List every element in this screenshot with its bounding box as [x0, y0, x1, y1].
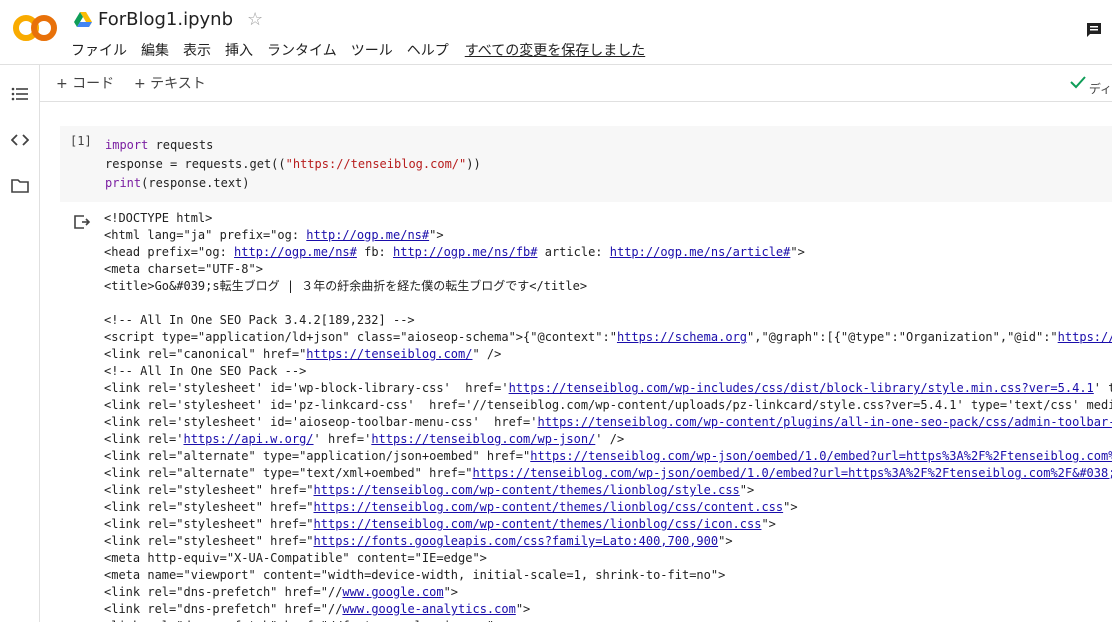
output-link[interactable]: http://ogp.me/ns#: [306, 228, 429, 242]
left-sidebar: [0, 65, 40, 622]
add-code-button[interactable]: + コード: [56, 73, 114, 93]
table-of-contents-icon[interactable]: [11, 85, 29, 103]
code-snippets-icon[interactable]: [11, 131, 29, 149]
output-link[interactable]: https://tenseiblog.com/wp-includes/css/d…: [509, 381, 1094, 395]
google-drive-icon[interactable]: [74, 11, 92, 28]
output-link[interactable]: http://ogp.me/ns/fb#: [393, 245, 538, 259]
execution-count[interactable]: [1]: [70, 134, 92, 148]
output-link[interactable]: https://fonts.googleapis.com/css?family=…: [314, 534, 719, 548]
output-link[interactable]: https://tenseiblog.com/: [306, 347, 472, 361]
folder-icon[interactable]: [11, 177, 29, 195]
output-line: <meta charset="UTF-8">: [104, 262, 263, 276]
output-line: <link rel="stylesheet" href="https://ten…: [104, 500, 798, 514]
menu-item-1[interactable]: 編集: [141, 40, 169, 60]
output-line: <link rel="alternate" type="text/xml+oem…: [104, 465, 1112, 482]
menu-item-5[interactable]: ツール: [351, 40, 393, 60]
menu-item-2[interactable]: 表示: [183, 40, 211, 60]
output-link[interactable]: http://ogp.me/ns#: [234, 245, 357, 259]
output-link[interactable]: https://tenseiblog.com/wp-content/themes…: [314, 483, 740, 497]
output-link[interactable]: https://tens: [1058, 330, 1112, 344]
menu-item-0[interactable]: ファイル: [71, 40, 127, 60]
output-link[interactable]: https://tenseiblog.com/wp-content/themes…: [314, 517, 762, 531]
output-line: <link rel='stylesheet' id='pz-linkcard-c…: [104, 398, 1112, 412]
menu-item-6[interactable]: ヘルプ: [407, 40, 449, 60]
output-link[interactable]: https://tenseiblog.com/wp-content/plugin…: [537, 415, 1112, 429]
output-line: <link rel="alternate" type="application/…: [104, 448, 1112, 465]
output-line: <meta http-equiv="X-UA-Compatible" conte…: [104, 551, 487, 565]
code-line: import requests: [105, 138, 214, 152]
colab-logo-icon[interactable]: [12, 12, 58, 44]
check-icon: [1070, 76, 1086, 89]
output-line: <head prefix="og: http://ogp.me/ns# fb: …: [104, 245, 805, 259]
output-options-icon[interactable]: [73, 213, 91, 231]
output-line: <link rel="stylesheet" href="https://ten…: [104, 483, 755, 497]
app-header: ForBlog1.ipynb ☆ ファイル 編集 表示 挿入 ランタイム ツール ヘルプ すべ…: [0, 0, 1112, 65]
output-line: <link rel="stylesheet" href="https://ten…: [104, 517, 776, 531]
output-link[interactable]: https://tenseiblog.com/wp-content/themes…: [314, 500, 784, 514]
code-line: print(response.text): [105, 176, 250, 190]
output-line: <link rel="stylesheet" href="https://fon…: [104, 534, 733, 548]
comment-icon[interactable]: [1086, 22, 1102, 38]
output-line: <link rel='stylesheet' id='wp-block-libr…: [104, 381, 1112, 395]
menu-item-4[interactable]: ランタイム: [267, 40, 337, 60]
output-line: <link rel="dns-prefetch" href="//www.goo…: [104, 585, 459, 599]
output-line: <meta name="viewport" content="width=dev…: [104, 568, 726, 582]
cell-output: <!DOCTYPE html> <html lang="ja" prefix="o…: [104, 210, 1112, 622]
menu-bar: ファイル 編集 表示 挿入 ランタイム ツール ヘルプ すべての変更を保存しました: [71, 40, 659, 60]
output-line: <title>Go&#039;s転生ブログ | ３年の紆余曲折を経た僕の転生ブロ…: [104, 279, 588, 293]
output-line: <!-- All In One SEO Pack -->: [104, 364, 307, 378]
runtime-status-text[interactable]: ディ: [1089, 80, 1112, 97]
output-link[interactable]: www.google.com: [342, 585, 443, 599]
output-link[interactable]: http://ogp.me/ns/article#: [610, 245, 791, 259]
output-link[interactable]: https://tenseiblog.com/wp-json/oembed/1.…: [472, 466, 1112, 480]
output-link[interactable]: https://tenseiblog.com/wp-json/oembed/1.…: [530, 449, 1112, 463]
title-row: ForBlog1.ipynb ☆: [74, 9, 263, 30]
output-line: <link rel='https://api.w.org/' href='htt…: [104, 432, 625, 446]
output-line: <script type="application/ld+json" class…: [104, 329, 1112, 346]
output-line: <link rel="dns-prefetch" href="//www.goo…: [104, 602, 531, 616]
output-line: <link rel="dns-prefetch" href="//fonts.g…: [104, 618, 1112, 622]
notebook-title[interactable]: ForBlog1.ipynb: [98, 9, 233, 30]
output-line: <html lang="ja" prefix="og: http://ogp.m…: [104, 228, 444, 242]
code-line: response = requests.get(("https://tensei…: [105, 157, 481, 171]
output-line: <link rel="canonical" href="https://tens…: [104, 347, 502, 361]
output-link[interactable]: https://schema.org: [617, 330, 747, 344]
output-line: <!-- All In One SEO Pack 3.4.2[189,232] …: [104, 313, 415, 327]
code-cell[interactable]: [1] import requests response = requests.g…: [60, 126, 1112, 202]
menu-item-3[interactable]: 挿入: [225, 40, 253, 60]
star-icon[interactable]: ☆: [247, 9, 263, 30]
output-link[interactable]: www.google-analytics.com: [342, 602, 515, 616]
output-link[interactable]: https://api.w.org/: [183, 432, 313, 446]
notebook-toolbar: + コード + テキスト ディ: [40, 65, 1112, 102]
code-editor[interactable]: import requests response = requests.get((…: [105, 136, 481, 193]
output-line: <!DOCTYPE html>: [104, 211, 213, 225]
output-line: <link rel='stylesheet' id='aioseop-toolb…: [104, 414, 1112, 431]
add-text-button[interactable]: + テキスト: [134, 73, 206, 93]
save-status-link[interactable]: すべての変更を保存しました: [465, 40, 645, 60]
output-link[interactable]: https://tenseiblog.com/wp-json/: [371, 432, 595, 446]
